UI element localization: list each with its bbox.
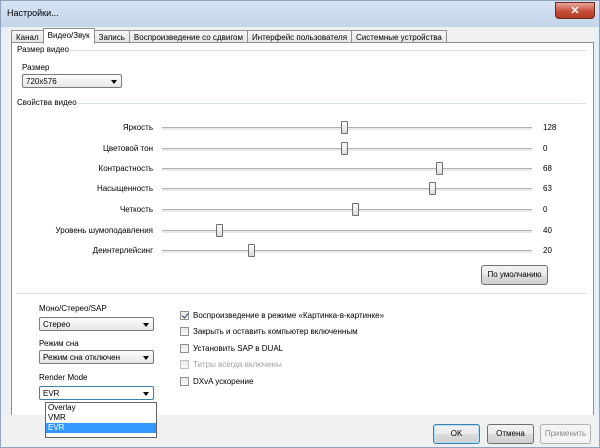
pip-checkbox-label: Воспроизведение в режиме «Картинка-в-кар… xyxy=(193,311,385,320)
noise-reduction-value: 40 xyxy=(543,226,552,235)
ok-button[interactable]: OK xyxy=(433,424,480,444)
chevron-down-icon xyxy=(143,356,149,360)
size-label: Размер xyxy=(22,63,50,72)
tab-video-audio[interactable]: Видео/Звук xyxy=(42,28,95,44)
close-button[interactable]: ✕ xyxy=(555,2,595,19)
hue-value: 0 xyxy=(543,144,548,153)
deinterlace-slider-thumb[interactable] xyxy=(248,244,255,257)
brightness-label: Яркость xyxy=(122,123,153,132)
deinterlace-value: 20 xyxy=(543,246,552,255)
sap-dual-label: Установить SAP в DUAL xyxy=(193,344,284,353)
audio-mode-combo[interactable]: Стерео xyxy=(39,317,154,331)
audio-mode-value: Стерео xyxy=(43,320,71,329)
title-bar[interactable]: Настройки... ✕ xyxy=(1,1,599,27)
render-option-vmr[interactable]: VMR xyxy=(46,413,156,423)
brightness-value: 128 xyxy=(543,123,557,132)
sleep-mode-label: Режим сна xyxy=(39,339,79,348)
dialog-client: Канал Видео/Звук Запись Воспроизведение … xyxy=(8,27,594,441)
sleep-mode-combo[interactable]: Режим сна отключен xyxy=(39,350,154,364)
render-mode-combo[interactable]: EVR xyxy=(39,386,154,400)
hue-label: Цветовой тон xyxy=(102,144,153,153)
sharpness-value: 0 xyxy=(543,205,548,214)
saturation-label: Насыщенность xyxy=(96,184,153,193)
chevron-down-icon xyxy=(143,392,149,396)
render-option-overlay[interactable]: Overlay xyxy=(46,403,156,413)
contrast-value: 68 xyxy=(543,164,552,173)
render-option-evr[interactable]: EVR xyxy=(46,423,156,433)
render-mode-dropdown-list: Overlay VMR EVR xyxy=(45,402,157,438)
render-mode-label: Render Mode xyxy=(39,373,88,382)
deinterlace-label: Деинтерлейсинг xyxy=(92,246,153,255)
noise-reduction-label: Уровень шумоподавления xyxy=(55,226,153,235)
cancel-button[interactable]: Отмена xyxy=(487,424,534,444)
sharpness-label: Четкость xyxy=(119,205,153,214)
checkbox-icon[interactable] xyxy=(180,377,189,386)
hue-slider-thumb[interactable] xyxy=(341,142,348,155)
contrast-track[interactable] xyxy=(162,168,532,172)
saturation-track[interactable] xyxy=(162,188,532,192)
size-combo[interactable]: 720x576 xyxy=(22,74,122,88)
checkbox-icon[interactable] xyxy=(180,344,189,353)
defaults-button[interactable]: По умолчанию xyxy=(481,265,548,285)
group-divider xyxy=(16,50,586,51)
sharpness-track[interactable] xyxy=(162,209,532,213)
contrast-label: Контрастность xyxy=(98,164,153,173)
video-props-group-title: Свойства видео xyxy=(16,98,78,107)
sharpness-slider-thumb[interactable] xyxy=(352,203,359,216)
saturation-value: 63 xyxy=(543,184,552,193)
keep-computer-on-label: Закрыть и оставить компьютер включенным xyxy=(193,327,358,336)
window-title: Настройки... xyxy=(7,8,59,18)
tab-panel-video-audio: Размер видео Размер 720x576 Свойства вид… xyxy=(11,42,594,440)
checkbox-checked-icon[interactable] xyxy=(180,311,189,320)
size-combo-value: 720x576 xyxy=(26,77,57,86)
noise-reduction-slider-thumb[interactable] xyxy=(216,224,223,237)
settings-window: Настройки... ✕ Канал Видео/Звук Запись В… xyxy=(0,0,600,448)
group-divider xyxy=(16,293,586,294)
chevron-down-icon xyxy=(143,323,149,327)
deinterlace-track[interactable] xyxy=(162,250,532,254)
chevron-down-icon xyxy=(111,80,117,84)
sleep-mode-value: Режим сна отключен xyxy=(43,353,121,362)
video-size-group-title: Размер видео xyxy=(16,45,71,54)
render-mode-value: EVR xyxy=(43,389,60,398)
contrast-slider-thumb[interactable] xyxy=(436,162,443,175)
group-divider xyxy=(16,103,586,104)
close-icon: ✕ xyxy=(570,5,580,17)
checkbox-icon[interactable] xyxy=(180,327,189,336)
apply-button: Применить xyxy=(540,424,591,444)
audio-mode-label: Моно/Стерео/SAP xyxy=(39,304,107,313)
dxva-label: DXvA ускорение xyxy=(193,377,254,386)
saturation-slider-thumb[interactable] xyxy=(429,182,436,195)
subtitles-label: Титры всегда включены xyxy=(193,360,282,369)
checkbox-disabled-icon xyxy=(180,360,189,369)
brightness-slider-thumb[interactable] xyxy=(341,121,348,134)
